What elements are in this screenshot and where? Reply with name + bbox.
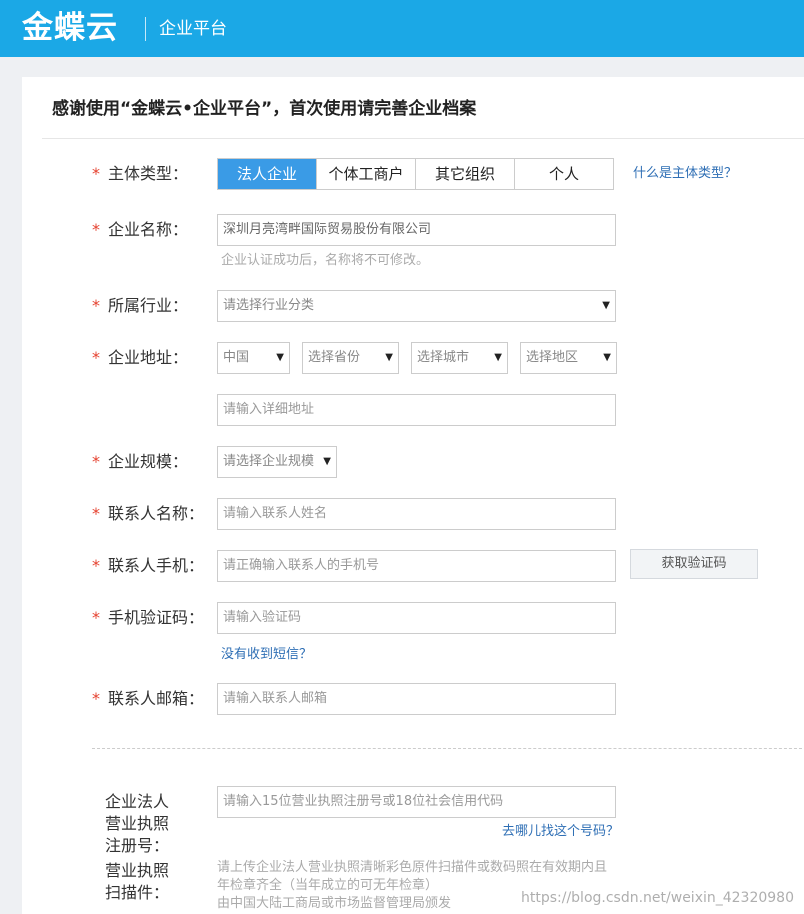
- contact-email-label: * 联系人邮箱：: [92, 689, 205, 708]
- chevron-down-icon: ▼: [385, 352, 393, 363]
- address-detail-input[interactable]: 请输入详细地址: [217, 394, 616, 426]
- license-scan-label: 营业执照 扫描件：: [105, 861, 170, 902]
- platform-title: 企业平台: [159, 19, 227, 39]
- page-title: 感谢使用“金蝶云•企业平台”，首次使用请完善企业档案: [52, 99, 477, 119]
- province-select[interactable]: 选择省份 ▼: [302, 342, 399, 374]
- contact-phone-input[interactable]: 请正确输入联系人的手机号: [217, 550, 616, 582]
- section-divider: [92, 748, 804, 749]
- no-sms-link[interactable]: 没有收到短信？: [221, 647, 312, 663]
- industry-select[interactable]: 请选择行业分类 ▼: [217, 290, 616, 322]
- district-select[interactable]: 选择地区 ▼: [520, 342, 617, 374]
- company-name-label: * 企业名称：: [92, 220, 189, 239]
- contact-email-input[interactable]: 请输入联系人邮箱: [217, 683, 616, 715]
- required-mark: *: [92, 348, 100, 367]
- contact-name-label: * 联系人名称：: [92, 504, 205, 523]
- required-mark: *: [92, 556, 100, 575]
- required-mark: *: [92, 220, 100, 239]
- entity-type-selector: 法人企业 个体工商户 其它组织 个人: [217, 158, 614, 190]
- top-bar: 金蝶云 企业平台: [0, 0, 804, 57]
- province-select-value: 选择省份: [308, 350, 361, 365]
- license-number-label: 企业法人 营业执照 注册号：: [105, 792, 170, 855]
- entity-type-label: * 主体类型：: [92, 164, 189, 183]
- license-number-help-link[interactable]: 去哪儿找这个号码？: [502, 824, 619, 840]
- license-number-input[interactable]: 请输入15位营业执照注册号或18位社会信用代码: [217, 786, 616, 818]
- get-verification-code-button[interactable]: 获取验证码: [630, 549, 758, 579]
- country-select[interactable]: 中国 ▼: [217, 342, 290, 374]
- company-name-input[interactable]: 深圳月亮湾畔国际贸易股份有限公司: [217, 214, 616, 246]
- brand-divider: [145, 17, 146, 41]
- chevron-down-icon: ▼: [323, 456, 331, 467]
- required-mark: *: [92, 452, 100, 471]
- contact-name-input[interactable]: 请输入联系人姓名: [217, 498, 616, 530]
- company-name-hint: 企业认证成功后，名称将不可修改。: [221, 253, 430, 268]
- chevron-down-icon: ▼: [494, 352, 502, 363]
- industry-select-value: 请选择行业分类: [223, 298, 315, 313]
- industry-label: * 所属行业：: [92, 296, 189, 315]
- city-select-value: 选择城市: [417, 350, 470, 365]
- required-mark: *: [92, 608, 100, 627]
- scale-select[interactable]: 请选择企业规模 ▼: [217, 446, 337, 478]
- required-mark: *: [92, 504, 100, 523]
- scale-select-value: 请选择企业规模: [223, 454, 315, 469]
- required-mark: *: [92, 689, 100, 708]
- contact-phone-label: * 联系人手机：: [92, 556, 205, 575]
- entity-type-option-other-org[interactable]: 其它组织: [416, 159, 515, 189]
- chevron-down-icon: ▼: [276, 352, 284, 363]
- sms-code-label: * 手机验证码：: [92, 608, 205, 627]
- district-select-value: 选择地区: [526, 350, 579, 365]
- sms-code-input[interactable]: 请输入验证码: [217, 602, 616, 634]
- city-select[interactable]: 选择城市 ▼: [411, 342, 508, 374]
- chevron-down-icon: ▼: [602, 300, 610, 311]
- entity-type-help-link[interactable]: 什么是主体类型？: [633, 166, 737, 182]
- scale-label: * 企业规模：: [92, 452, 189, 471]
- address-label: * 企业地址：: [92, 348, 189, 367]
- profile-form-card: 感谢使用“金蝶云•企业平台”，首次使用请完善企业档案 * 主体类型： 法人企业 个…: [22, 77, 804, 914]
- required-mark: *: [92, 296, 100, 315]
- watermark-text: https://blog.csdn.net/weixin_42320980: [520, 890, 794, 906]
- brand-logo[interactable]: 金蝶云: [22, 8, 118, 48]
- required-mark: *: [92, 164, 100, 183]
- chevron-down-icon: ▼: [603, 352, 611, 363]
- entity-type-option-individual-business[interactable]: 个体工商户: [317, 159, 416, 189]
- title-divider: [42, 138, 804, 139]
- country-select-value: 中国: [223, 350, 250, 365]
- entity-type-option-legal[interactable]: 法人企业: [218, 159, 317, 189]
- entity-type-option-person[interactable]: 个人: [515, 159, 613, 189]
